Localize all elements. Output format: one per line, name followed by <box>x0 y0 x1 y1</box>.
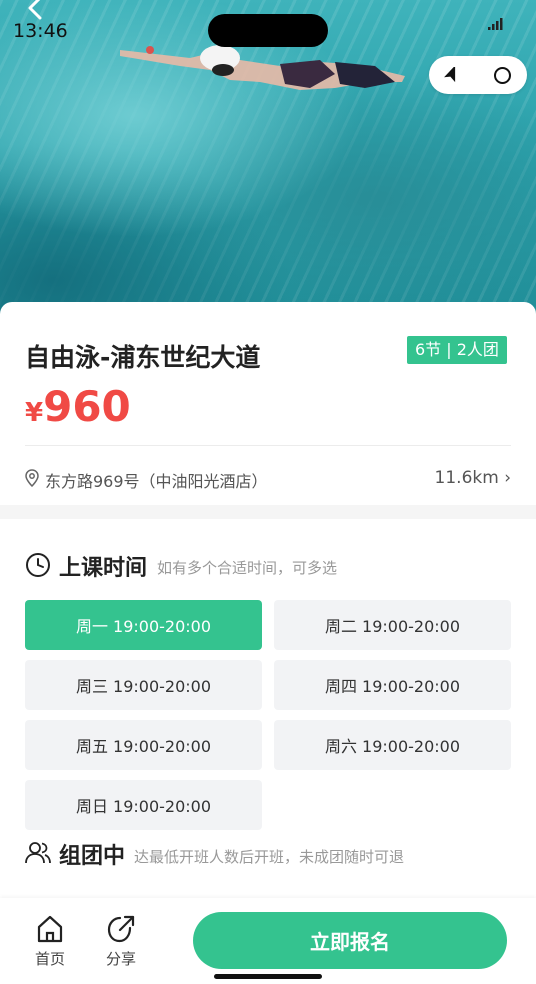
time-slot-tue[interactable]: 周二 19:00-20:00 <box>274 600 511 650</box>
time-slot-sun[interactable]: 周日 19:00-20:00 <box>25 780 262 830</box>
home-icon <box>37 915 63 943</box>
group-hint: 达最低开班人数后开班，未成团随时可退 <box>134 848 405 866</box>
users-icon <box>25 842 51 864</box>
course-info-card: 自由泳-浦东世纪大道 6节 | 2人团 ¥960 东方路969号（中油阳光酒店）… <box>0 302 536 505</box>
home-nav[interactable]: 首页 <box>25 914 75 969</box>
mini-program-capsule <box>429 56 527 94</box>
divider <box>25 445 511 446</box>
group-title: 组团中 <box>59 844 126 869</box>
home-label: 首页 <box>34 950 65 968</box>
home-indicator <box>214 974 322 979</box>
schedule-title: 上课时间 <box>59 556 148 581</box>
schedule-card: 上课时间 如有多个合适时间，可多选 周一 19:00-20:00 周二 19:0… <box>0 519 536 899</box>
price-value: 960 <box>43 382 131 431</box>
course-tag: 6节 | 2人团 <box>407 336 507 364</box>
camera-notch <box>208 14 328 47</box>
distance-link[interactable]: 11.6km › <box>435 468 511 488</box>
hero-image <box>0 0 536 330</box>
circle-icon[interactable] <box>494 67 511 84</box>
enroll-button[interactable]: 立即报名 <box>193 912 507 969</box>
price-currency: ¥ <box>25 398 44 428</box>
schedule-hint: 如有多个合适时间，可多选 <box>157 559 338 577</box>
time-slot-fri[interactable]: 周五 19:00-20:00 <box>25 720 262 770</box>
clock-icon <box>26 553 50 577</box>
location-arrow-icon[interactable] <box>443 67 460 84</box>
price: ¥960 <box>25 382 131 431</box>
signal-icon <box>488 18 503 30</box>
course-title: 自由泳-浦东世纪大道 <box>25 343 261 372</box>
share-nav[interactable]: 分享 <box>96 914 146 969</box>
time-slot-thu[interactable]: 周四 19:00-20:00 <box>274 660 511 710</box>
share-label: 分享 <box>105 950 136 968</box>
time-slot-mon[interactable]: 周一 19:00-20:00 <box>25 600 262 650</box>
address-link[interactable]: 东方路969号（中油阳光酒店） <box>45 468 268 492</box>
share-icon <box>107 915 135 943</box>
time-slot-sat[interactable]: 周六 19:00-20:00 <box>274 720 511 770</box>
time-slot-wed[interactable]: 周三 19:00-20:00 <box>25 660 262 710</box>
map-pin-icon <box>25 469 39 487</box>
bottom-action-bar: 首页 分享 立即报名 <box>0 898 536 984</box>
chevron-left-icon[interactable] <box>22 0 50 24</box>
